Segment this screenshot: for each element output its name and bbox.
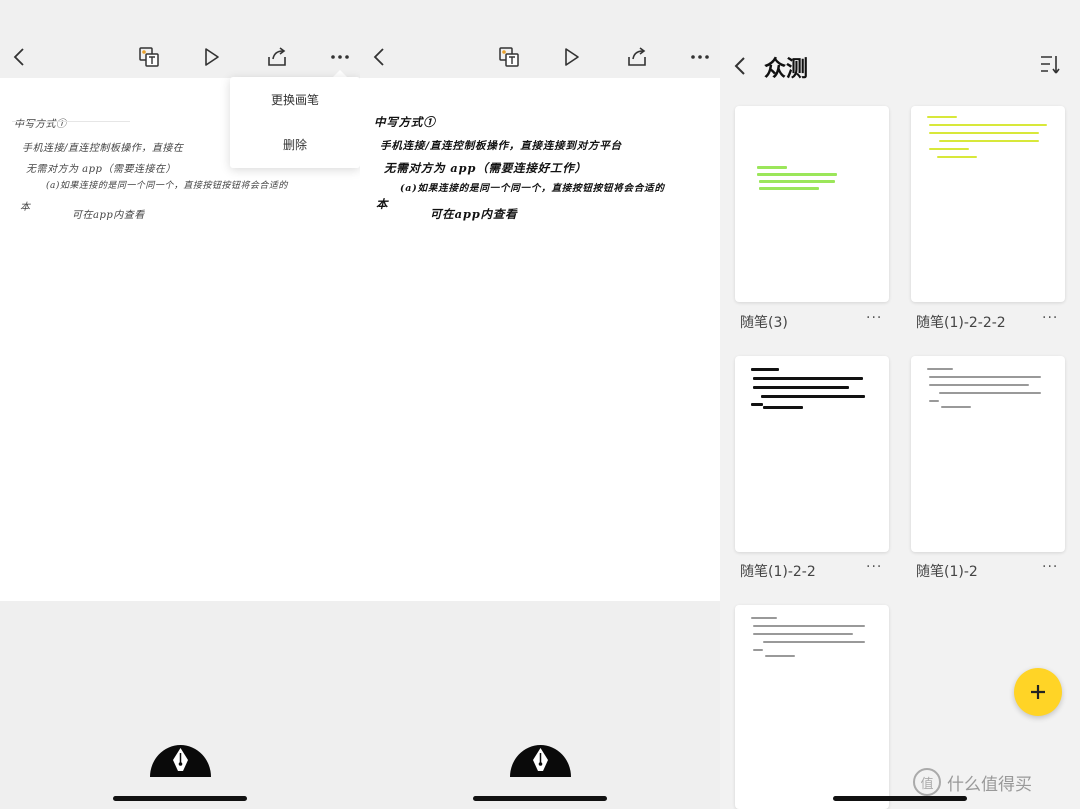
writing-canvas[interactable]: 中写方式① 手机连接/直连控制板操作，直接连接到对方平台 无需对方为 app（需… [360,78,720,601]
handwriting-line: 本 [376,197,389,211]
editor-pane-left: 中写方式① 手机连接/直连控制板操作，直接在 无需对方为 app（需要连接在） … [0,0,360,809]
pen-tool-button[interactable] [510,741,571,777]
handwriting-line: 可在app内查看 [430,207,518,221]
chevron-left-icon [734,57,745,75]
handwriting-line: 中写方式① [14,119,67,130]
play-icon [565,48,579,66]
more-button[interactable] [687,44,713,70]
note-title: 随笔(3) [740,315,788,331]
handwriting-line: 可在app内查看 [72,210,145,221]
note-more-button[interactable]: ··· [1042,310,1058,326]
play-button[interactable] [559,44,585,70]
handwriting-line: 手机连接/直连控制板操作，直接在 [22,143,184,154]
note-card[interactable] [735,106,889,302]
note-card[interactable] [735,356,889,552]
chevron-left-icon [13,48,24,66]
sort-button[interactable] [1040,54,1062,80]
watermark: 值 什么值得买 [913,768,1032,796]
back-button[interactable] [366,44,392,70]
fountain-pen-icon [150,745,211,777]
menu-item-change-pen[interactable]: 更换画笔 [230,91,360,108]
text-recognize-icon [139,47,159,67]
more-icon [331,55,349,59]
share-button[interactable] [264,44,290,70]
note-title: 随笔(1)-2-2-2 [916,315,1006,331]
note-card[interactable] [911,106,1065,302]
handwriting-line: (a)如果连接的是同一个同一个，直接按钮按钮将会合适的 [400,183,665,194]
note-title: 随笔(1)-2-2 [740,564,816,580]
menu-item-delete[interactable]: 删除 [230,136,360,153]
share-button[interactable] [624,44,650,70]
watermark-badge: 值 [913,768,941,796]
chevron-left-icon [373,48,384,66]
add-note-button[interactable] [1014,668,1062,716]
sort-icon [1041,56,1060,74]
fountain-pen-icon [510,745,571,777]
note-more-button[interactable]: ··· [866,559,882,575]
text-recognize-button[interactable] [496,44,522,70]
editor-toolbar [0,0,360,78]
share-icon [268,47,286,66]
back-button[interactable] [734,56,746,80]
share-icon [628,47,646,66]
watermark-text: 什么值得买 [947,774,1032,795]
note-more-button[interactable]: ··· [866,310,882,326]
handwriting-line: (a)如果连接的是同一个同一个，直接按钮按钮将会合适的 [46,181,288,191]
handwriting-line: 无需对方为 app（需要连接在） [26,164,176,175]
handwriting-line: 本 [20,202,31,213]
editor-pane-middle: 中写方式① 手机连接/直连控制板操作，直接连接到对方平台 无需对方为 app（需… [360,0,720,809]
back-button[interactable] [6,44,32,70]
text-recognize-icon [499,47,519,67]
note-card[interactable] [911,356,1065,552]
more-button[interactable] [327,44,353,70]
editor-toolbar [360,0,720,78]
bottom-tray [360,601,720,809]
note-title: 随笔(1)-2 [916,564,978,580]
note-card[interactable] [735,605,889,809]
menu-divider [12,121,130,122]
home-indicator [113,796,247,801]
handwriting-line: 手机连接/直连控制板操作，直接连接到对方平台 [380,140,622,152]
play-icon [205,48,219,66]
handwriting-line: 无需对方为 app（需要连接好工作） [384,161,587,175]
more-menu: 更换画笔 删除 [230,77,360,168]
play-button[interactable] [199,44,225,70]
bottom-tray [0,601,360,809]
home-indicator [833,796,967,801]
plus-icon [1031,685,1045,699]
handwriting-line: 中写方式① [374,115,436,129]
notebook-title: 众测 [764,57,809,82]
home-indicator [473,796,607,801]
more-icon [691,55,709,59]
pen-tool-button[interactable] [150,741,211,777]
note-more-button[interactable]: ··· [1042,559,1058,575]
text-recognize-button[interactable] [136,44,162,70]
